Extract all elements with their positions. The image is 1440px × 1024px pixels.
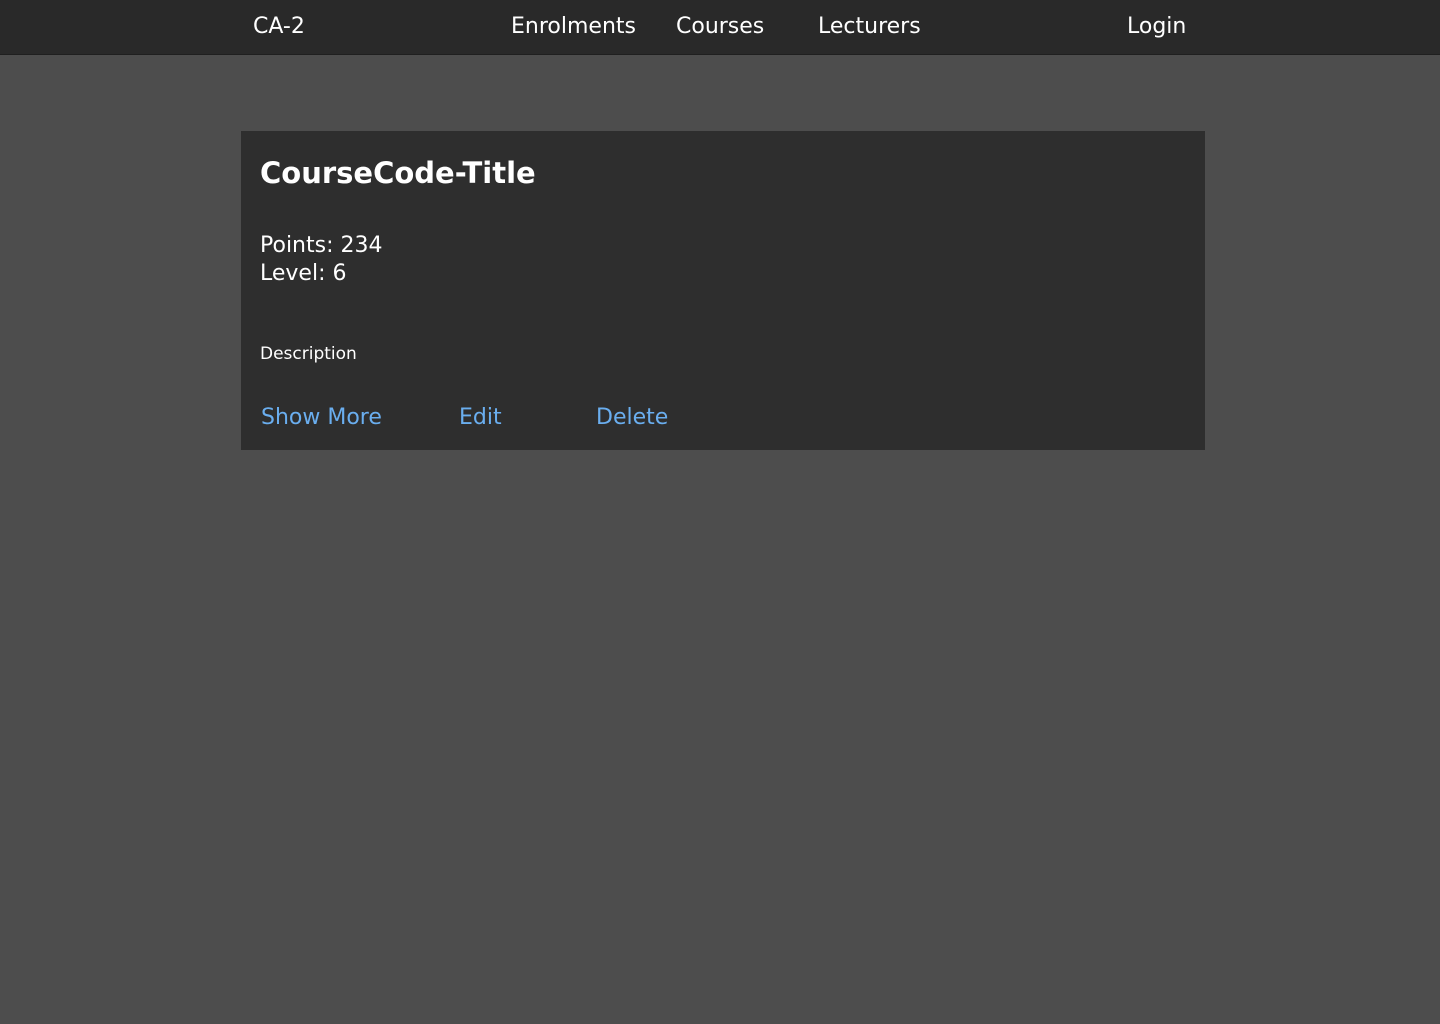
- edit-link[interactable]: Edit: [459, 404, 502, 432]
- nav-link-courses[interactable]: Courses: [676, 13, 764, 41]
- delete-link[interactable]: Delete: [596, 404, 668, 432]
- course-description: Description: [260, 344, 357, 364]
- top-navbar: CA-2 Enrolments Courses Lecturers Login: [0, 0, 1440, 55]
- login-link[interactable]: Login: [1127, 13, 1186, 41]
- course-level: Level: 6: [260, 261, 347, 286]
- show-more-link[interactable]: Show More: [261, 404, 382, 432]
- course-card: CourseCode-Title Points: 234 Level: 6 De…: [241, 131, 1205, 450]
- nav-link-enrolments[interactable]: Enrolments: [511, 13, 636, 41]
- nav-link-lecturers[interactable]: Lecturers: [818, 13, 921, 41]
- course-points: Points: 234: [260, 233, 383, 258]
- course-title: CourseCode-Title: [260, 156, 536, 190]
- brand-link[interactable]: CA-2: [253, 13, 305, 41]
